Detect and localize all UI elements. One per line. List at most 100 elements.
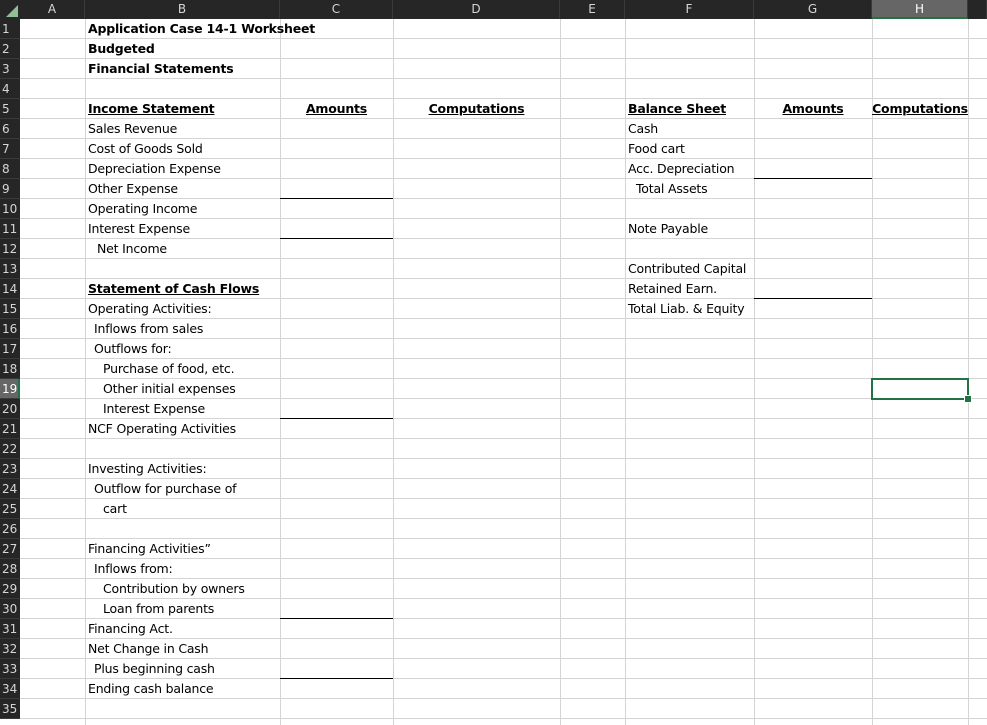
balance-computations-heading[interactable]: Computations [872,99,968,119]
row-header-27[interactable]: 27 [0,539,20,559]
row-header-21[interactable]: 21 [0,419,20,439]
row-header-5[interactable]: 5 [0,99,20,119]
column-header-b[interactable]: B [85,0,280,19]
row-header-25[interactable]: 25 [0,499,20,519]
income-item-operating-income[interactable]: Operating Income [85,199,280,219]
income-item-depreciation-expense[interactable]: Depreciation Expense [85,159,280,179]
bs-item-total-liab-equity[interactable]: Total Liab. & Equity [625,299,754,319]
row-header-3[interactable]: 3 [0,59,20,79]
row-header-32[interactable]: 32 [0,639,20,659]
income-statement-heading[interactable]: Income Statement [85,99,280,119]
column-header-g[interactable]: G [754,0,872,19]
bs-item-note-payable[interactable]: Note Payable [625,219,754,239]
cf-item-ncf-operating[interactable]: NCF Operating Activities [85,419,280,439]
income-amounts-heading[interactable]: Amounts [280,99,393,119]
cf-item-net-change-in-cash[interactable]: Net Change in Cash [85,639,280,659]
income-item-interest-expense[interactable]: Interest Expense [85,219,280,239]
column-header-d[interactable]: D [393,0,560,19]
cf-item-cart[interactable]: cart [85,499,280,519]
row-header-20[interactable]: 20 [0,399,20,419]
cf-item-contribution-by-owners[interactable]: Contribution by owners [85,579,280,599]
worksheet-subtitle-budgeted[interactable]: Budgeted [85,39,280,59]
select-all-button[interactable] [0,0,20,19]
cell-bottom-border [280,238,393,239]
cf-item-inflows-from-sales[interactable]: Inflows from sales [85,319,280,339]
row-header-17[interactable]: 17 [0,339,20,359]
row-header-14[interactable]: 14 [0,279,20,299]
cell-bottom-border [754,298,872,299]
column-header-i[interactable] [968,0,987,19]
spreadsheet-grid[interactable]: A B C D E F G H 1 2 3 4 5 6 7 8 9 10 11 12 13 14 15 16 1… [0,0,987,725]
balance-amounts-heading[interactable]: Amounts [754,99,872,119]
bs-item-total-assets[interactable]: Total Assets [625,179,754,199]
income-item-cost-of-goods-sold[interactable]: Cost of Goods Sold [85,139,280,159]
cf-item-interest-expense[interactable]: Interest Expense [85,399,280,419]
cf-item-purchase-of-food[interactable]: Purchase of food, etc. [85,359,280,379]
cf-item-financing-act[interactable]: Financing Act. [85,619,280,639]
column-header-c[interactable]: C [280,0,393,19]
row-header-29[interactable]: 29 [0,579,20,599]
bs-item-retained-earnings[interactable]: Retained Earn. [625,279,754,299]
column-header-a[interactable]: A [20,0,85,19]
row-header-15[interactable]: 15 [0,299,20,319]
row-header-23[interactable]: 23 [0,459,20,479]
row-header-13[interactable]: 13 [0,259,20,279]
bs-item-acc-depreciation[interactable]: Acc. Depreciation [625,159,754,179]
cash-flows-heading[interactable]: Statement of Cash Flows [85,279,280,299]
row-header-7[interactable]: 7 [0,139,20,159]
cf-item-ending-cash-balance[interactable]: Ending cash balance [85,679,280,699]
worksheet-subtitle-financial-statements[interactable]: Financial Statements [85,59,280,79]
row-header-31[interactable]: 31 [0,619,20,639]
cell-bottom-border [280,418,393,419]
cf-item-outflows-for[interactable]: Outflows for: [85,339,280,359]
row-header-28[interactable]: 28 [0,559,20,579]
column-gridline [393,19,394,725]
income-item-sales-revenue[interactable]: Sales Revenue [85,119,280,139]
column-gridline [560,19,561,725]
row-header-24[interactable]: 24 [0,479,20,499]
select-all-triangle-icon [6,5,18,17]
row-header-34[interactable]: 34 [0,679,20,699]
column-gridline [280,19,281,725]
cf-item-plus-beginning-cash[interactable]: Plus beginning cash [85,659,280,679]
cf-item-operating-activities[interactable]: Operating Activities: [85,299,280,319]
bs-item-cash[interactable]: Cash [625,119,754,139]
row-header-12[interactable]: 12 [0,239,20,259]
row-header-18[interactable]: 18 [0,359,20,379]
row-header-30[interactable]: 30 [0,599,20,619]
row-header-26[interactable]: 26 [0,519,20,539]
column-header-f[interactable]: F [625,0,754,19]
row-header-2[interactable]: 2 [0,39,20,59]
active-cell-h19[interactable] [871,378,969,400]
row-header-10[interactable]: 10 [0,199,20,219]
row-header-35[interactable]: 35 [0,699,20,719]
income-item-net-income[interactable]: Net Income [85,239,280,259]
fill-handle[interactable] [964,395,972,403]
cf-item-other-initial-expenses[interactable]: Other initial expenses [85,379,280,399]
row-header-1[interactable]: 1 [0,19,20,39]
worksheet-title[interactable]: Application Case 14-1 Worksheet [85,19,395,39]
row-header-19[interactable]: 19 [0,379,20,399]
cf-item-outflow-purchase[interactable]: Outflow for purchase of [85,479,280,499]
row-header-9[interactable]: 9 [0,179,20,199]
row-header-33[interactable]: 33 [0,659,20,679]
row-header-4[interactable]: 4 [0,79,20,99]
row-header-16[interactable]: 16 [0,319,20,339]
column-header-h[interactable]: H [872,0,968,19]
row-header-8[interactable]: 8 [0,159,20,179]
cell-bottom-border [754,178,872,179]
bs-item-food-cart[interactable]: Food cart [625,139,754,159]
cf-item-financing-activities[interactable]: Financing Activities” [85,539,280,559]
row-header-11[interactable]: 11 [0,219,20,239]
cell-bottom-border [280,678,393,679]
cf-item-inflows-from[interactable]: Inflows from: [85,559,280,579]
income-computations-heading[interactable]: Computations [393,99,560,119]
column-header-e[interactable]: E [560,0,625,19]
cf-item-investing-activities[interactable]: Investing Activities: [85,459,280,479]
cf-item-loan-from-parents[interactable]: Loan from parents [85,599,280,619]
row-header-22[interactable]: 22 [0,439,20,459]
bs-item-contributed-capital[interactable]: Contributed Capital [625,259,754,279]
income-item-other-expense[interactable]: Other Expense [85,179,280,199]
row-header-6[interactable]: 6 [0,119,20,139]
balance-sheet-heading[interactable]: Balance Sheet [625,99,754,119]
